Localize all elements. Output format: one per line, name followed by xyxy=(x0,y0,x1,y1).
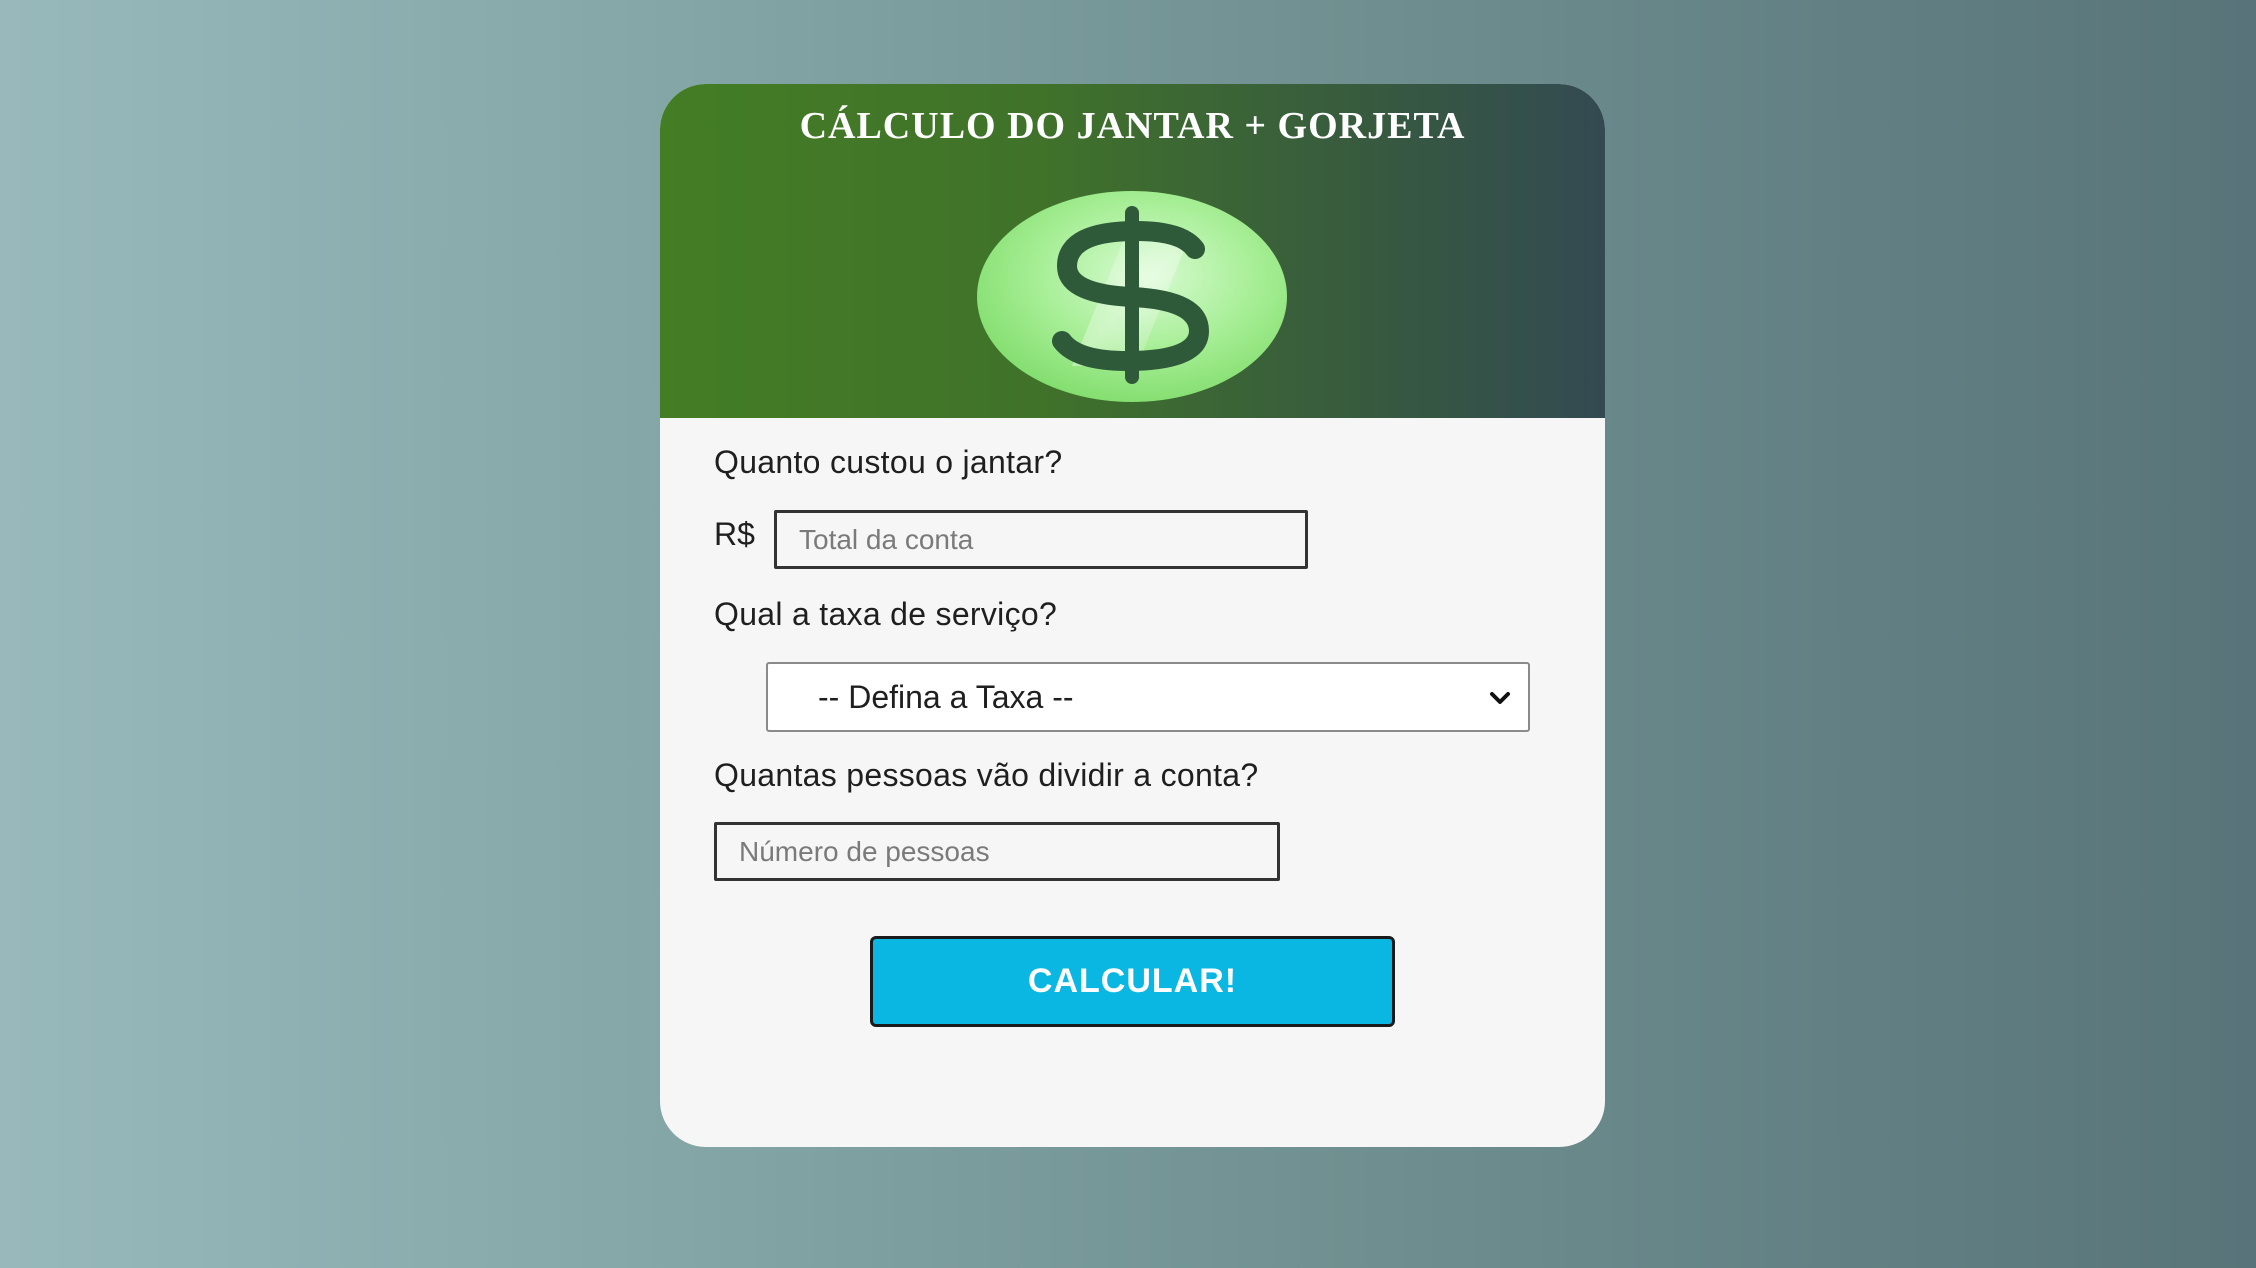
service-rate-select[interactable]: -- Defina a Taxa -- xyxy=(766,662,1530,732)
service-rate-selected-value: -- Defina a Taxa -- xyxy=(818,679,1074,715)
people-question-label: Quantas pessoas vão dividir a conta? xyxy=(714,757,1259,793)
dollar-coin-icon xyxy=(977,191,1287,402)
calculate-button[interactable]: CALCULAR! xyxy=(870,936,1395,1027)
bill-total-input[interactable] xyxy=(774,510,1308,569)
people-count-input[interactable] xyxy=(714,822,1280,881)
tip-calculator-card: CÁLCULO DO JANTAR + GORJETA Quanto custo xyxy=(660,84,1605,1147)
bill-question-label: Quanto custou o jantar? xyxy=(714,444,1063,480)
card-header: CÁLCULO DO JANTAR + GORJETA xyxy=(660,84,1605,418)
currency-label: R$ xyxy=(714,516,755,552)
page-title: CÁLCULO DO JANTAR + GORJETA xyxy=(799,105,1466,147)
service-question-label: Qual a taxa de serviço? xyxy=(714,596,1058,632)
chevron-down-icon xyxy=(1490,692,1510,704)
